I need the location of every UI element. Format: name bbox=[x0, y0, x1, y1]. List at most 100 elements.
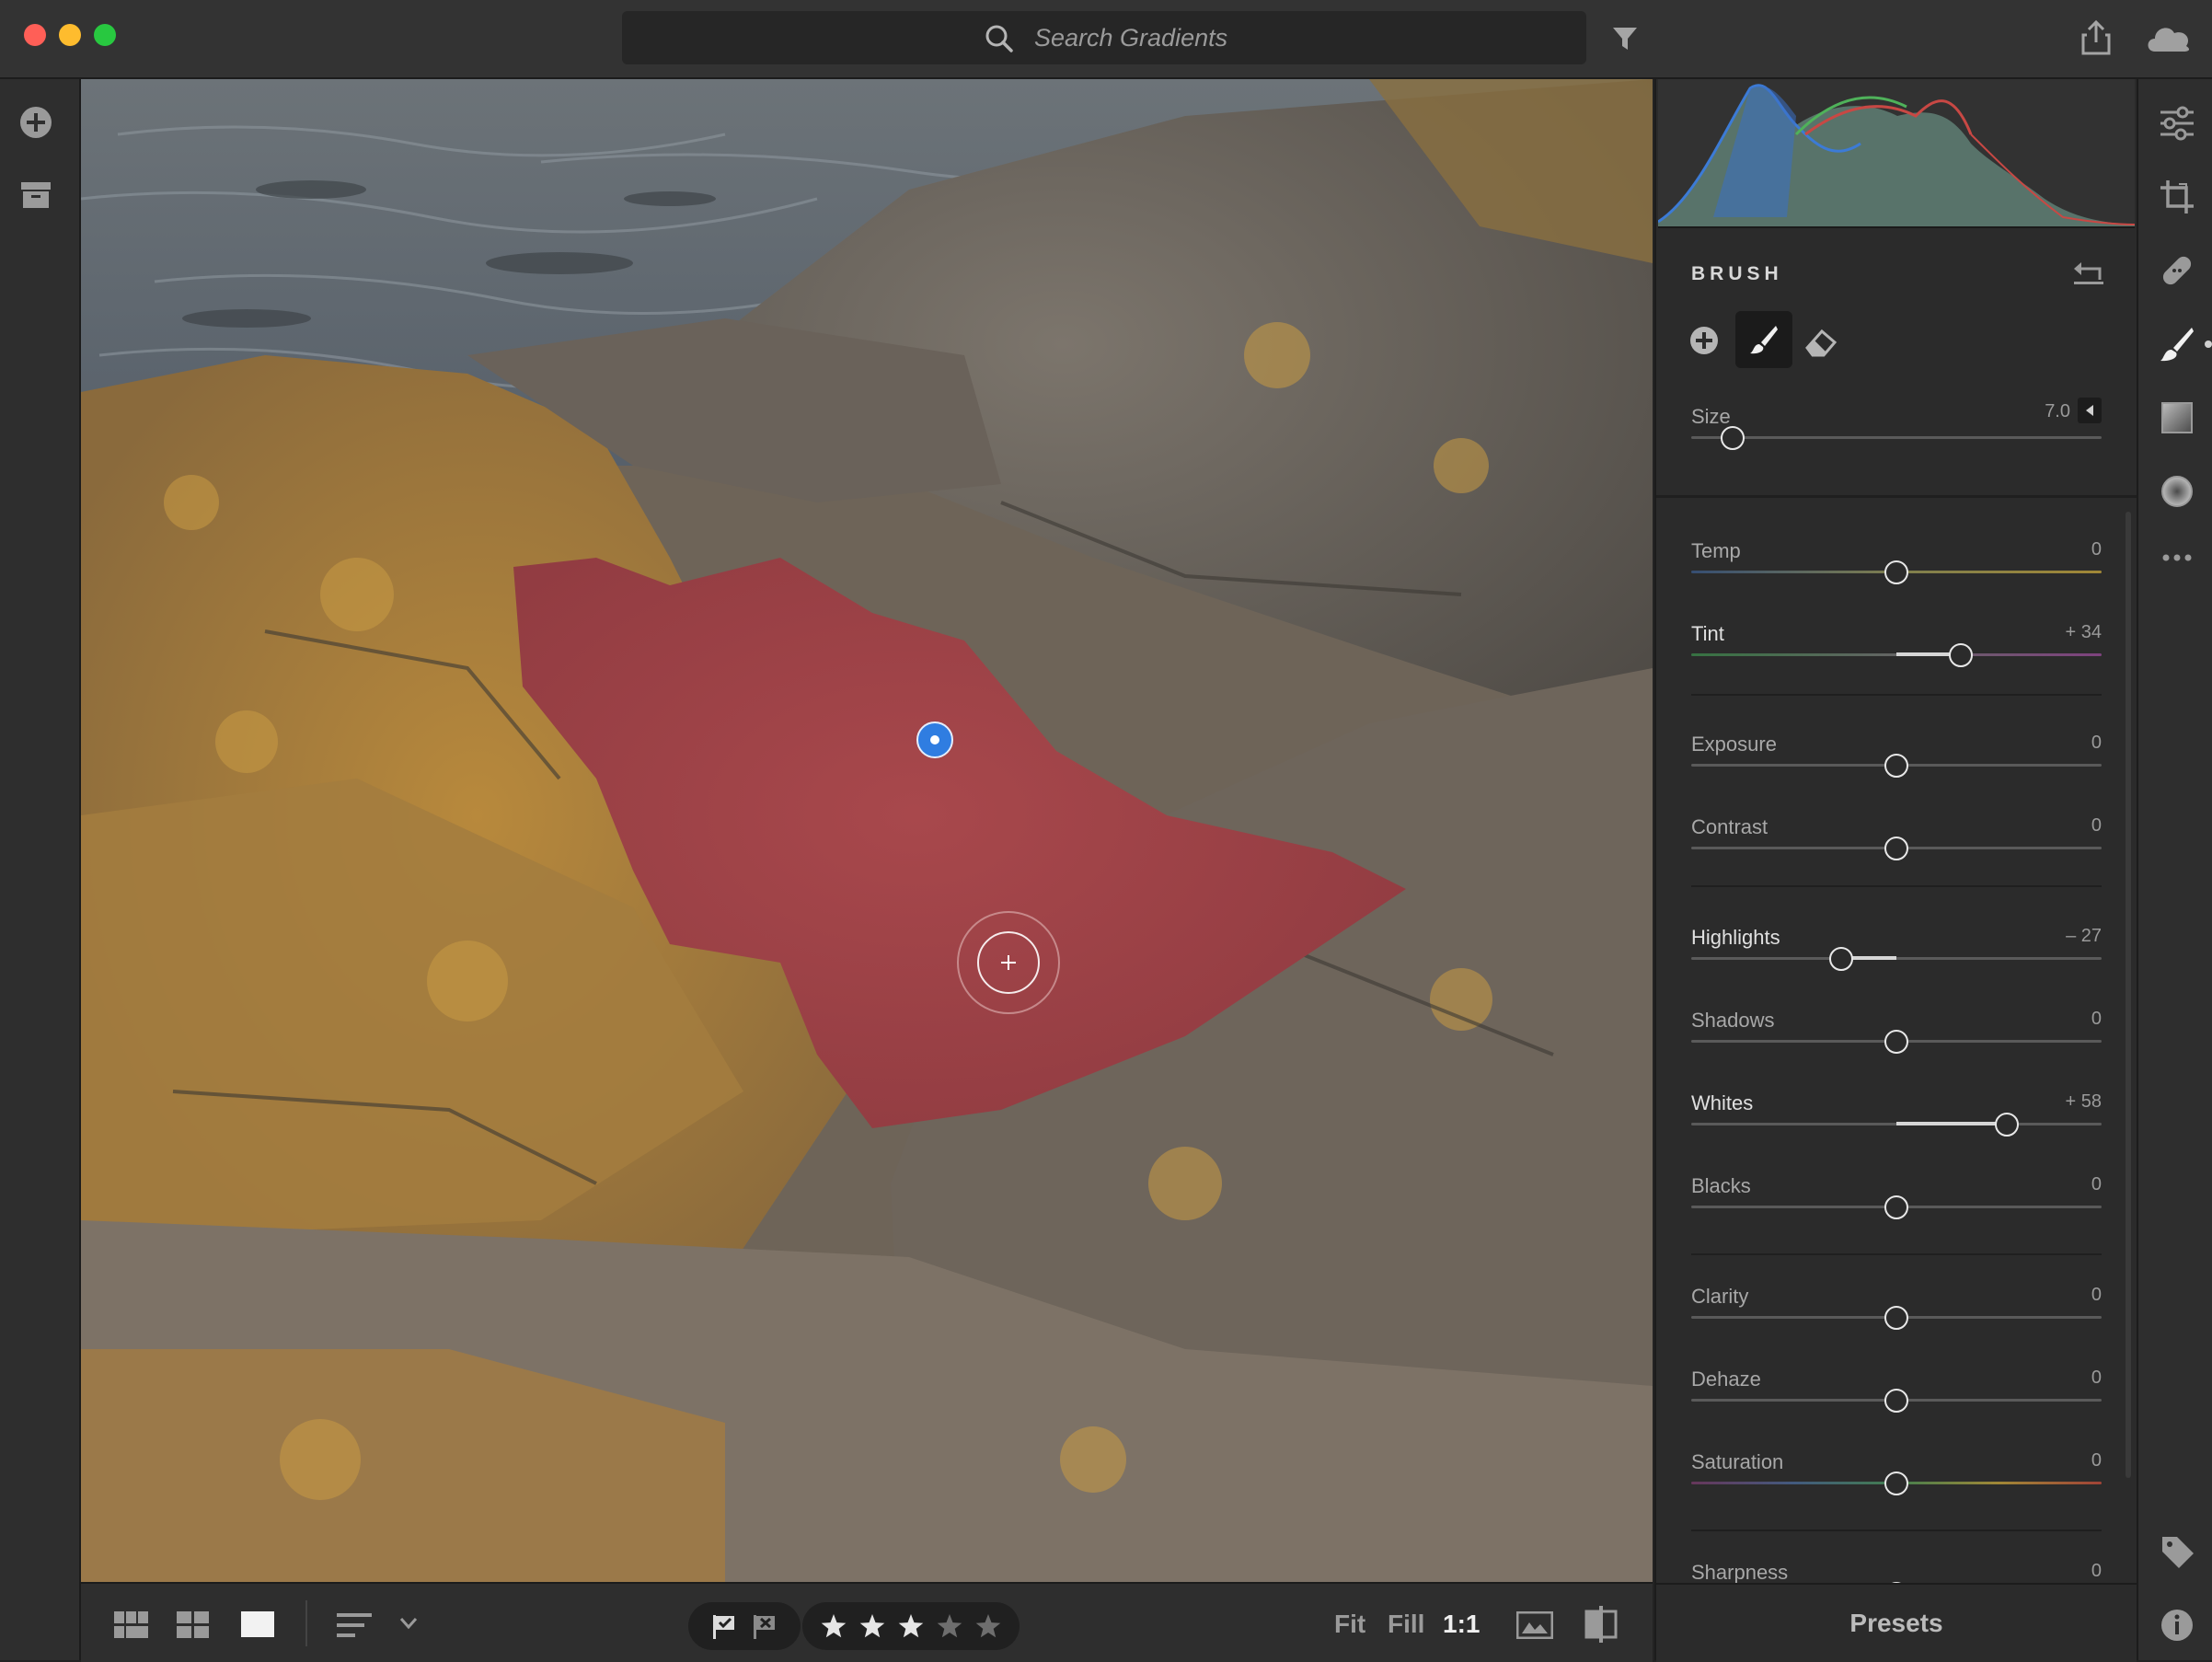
search-placeholder: Search Gradients bbox=[1034, 24, 1228, 52]
whites-knob[interactable] bbox=[1995, 1113, 2020, 1137]
compare-view-icon[interactable] bbox=[1584, 1606, 1618, 1643]
star-rating-stars[interactable] bbox=[821, 1613, 1005, 1641]
blacks-value[interactable]: 0 bbox=[2091, 1174, 2102, 1195]
clarity-slider[interactable]: Clarity 0 bbox=[1691, 1285, 2102, 1358]
detail-view-icon[interactable] bbox=[241, 1611, 274, 1637]
shadows-value[interactable]: 0 bbox=[2091, 1009, 2102, 1030]
temp-slider[interactable]: Temp 0 bbox=[1691, 539, 2102, 613]
temp-knob[interactable] bbox=[1884, 560, 1908, 584]
highlights-track[interactable] bbox=[1691, 957, 2102, 960]
blacks-slider[interactable]: Blacks 0 bbox=[1691, 1174, 2102, 1248]
clarity-value[interactable]: 0 bbox=[2091, 1285, 2102, 1306]
zoom-fit-button[interactable]: Fit bbox=[1334, 1610, 1365, 1639]
saturation-slider[interactable]: Saturation 0 bbox=[1691, 1450, 2102, 1524]
exposure-slider[interactable]: Exposure 0 bbox=[1691, 733, 2102, 806]
crop-icon[interactable] bbox=[2159, 179, 2195, 215]
tag-icon[interactable] bbox=[2159, 1533, 2195, 1570]
contrast-value[interactable]: 0 bbox=[2091, 815, 2102, 837]
dehaze-knob[interactable] bbox=[1884, 1389, 1908, 1413]
exposure-value[interactable]: 0 bbox=[2091, 733, 2102, 754]
tint-slider[interactable]: Tint + 34 bbox=[1691, 622, 2102, 696]
saturation-knob[interactable] bbox=[1884, 1472, 1908, 1495]
clarity-knob[interactable] bbox=[1884, 1306, 1908, 1330]
highlights-slider[interactable]: Highlights – 27 bbox=[1691, 926, 2102, 999]
eraser-icon[interactable] bbox=[1803, 328, 1837, 357]
chevron-down-icon[interactable] bbox=[399, 1617, 418, 1630]
flag-control bbox=[688, 1602, 801, 1650]
tool-rail bbox=[2137, 79, 2212, 1660]
reset-icon[interactable] bbox=[2072, 258, 2105, 285]
saturation-value[interactable]: 0 bbox=[2091, 1450, 2102, 1472]
histogram bbox=[1657, 79, 2136, 228]
highlights-knob[interactable] bbox=[1829, 947, 1854, 971]
shadows-slider[interactable]: Shadows 0 bbox=[1691, 1009, 2102, 1082]
whites-value[interactable]: + 58 bbox=[2066, 1091, 2102, 1113]
highlights-value[interactable]: – 27 bbox=[2066, 926, 2102, 947]
blacks-knob[interactable] bbox=[1884, 1195, 1908, 1219]
exposure-knob[interactable] bbox=[1884, 754, 1908, 778]
size-value[interactable]: 7.0 bbox=[2045, 401, 2070, 422]
healing-icon[interactable] bbox=[2159, 252, 2195, 289]
contrast-knob[interactable] bbox=[1884, 837, 1908, 860]
zoom-fill-button[interactable]: Fill bbox=[1388, 1610, 1424, 1639]
star-5-icon[interactable] bbox=[975, 1614, 1001, 1638]
search-input[interactable]: Search Gradients bbox=[622, 11, 1586, 64]
whites-slider[interactable]: Whites + 58 bbox=[1691, 1091, 2102, 1165]
panel-scrollbar[interactable] bbox=[2126, 512, 2131, 1478]
grid-view-icon[interactable] bbox=[177, 1611, 210, 1639]
star-4-icon[interactable] bbox=[937, 1614, 962, 1638]
dehaze-slider[interactable]: Dehaze 0 bbox=[1691, 1368, 2102, 1441]
size-slider[interactable]: Size 7.0 bbox=[1691, 398, 2102, 479]
contrast-slider[interactable]: Contrast 0 bbox=[1691, 815, 2102, 889]
pick-flag-icon[interactable] bbox=[710, 1613, 738, 1641]
sharpness-label: Sharpness bbox=[1691, 1561, 1789, 1584]
star-1-icon[interactable] bbox=[821, 1614, 847, 1638]
linear-gradient-icon[interactable] bbox=[2159, 399, 2195, 436]
rock-pool-photo bbox=[81, 79, 1653, 1582]
brush-tool-button[interactable] bbox=[1735, 311, 1792, 368]
size-label: Size bbox=[1691, 405, 1731, 428]
library-icon[interactable] bbox=[20, 180, 52, 210]
clarity-label: Clarity bbox=[1691, 1285, 1749, 1308]
tint-knob[interactable] bbox=[1948, 643, 1973, 667]
tint-label: Tint bbox=[1691, 622, 1724, 645]
shadows-knob[interactable] bbox=[1884, 1030, 1908, 1054]
tint-value[interactable]: + 34 bbox=[2066, 622, 2102, 643]
whites-label: Whites bbox=[1691, 1091, 1754, 1114]
contrast-label: Contrast bbox=[1691, 815, 1768, 838]
sort-icon[interactable] bbox=[337, 1611, 374, 1639]
left-rail bbox=[0, 79, 81, 1660]
zoom-1to1-button[interactable]: 1:1 bbox=[1443, 1610, 1480, 1639]
reject-flag-icon[interactable] bbox=[751, 1613, 778, 1641]
caret-left-icon bbox=[2086, 405, 2093, 416]
share-icon[interactable] bbox=[2078, 18, 2114, 57]
temp-label: Temp bbox=[1691, 539, 1741, 562]
add-photos-icon[interactable] bbox=[18, 105, 53, 140]
edit-panel: BRUSH Size 7.0 Temp 0 Tint + 34 Exposure 0 Con… bbox=[1654, 79, 2137, 1662]
photo-canvas[interactable] bbox=[81, 79, 1653, 1582]
radial-gradient-icon[interactable] bbox=[2159, 473, 2195, 510]
temp-value[interactable]: 0 bbox=[2091, 539, 2102, 560]
close-window-button[interactable] bbox=[24, 24, 46, 46]
star-3-icon[interactable] bbox=[898, 1614, 924, 1638]
brush-tool-icon[interactable] bbox=[2159, 326, 2195, 363]
section-divider bbox=[1691, 1253, 2102, 1255]
more-options-icon[interactable] bbox=[2159, 539, 2195, 576]
zoom-window-button[interactable] bbox=[94, 24, 116, 46]
edit-sliders-icon[interactable] bbox=[2159, 105, 2195, 142]
star-rating[interactable] bbox=[802, 1602, 1020, 1650]
minimize-window-button[interactable] bbox=[59, 24, 81, 46]
presets-bar: Presets bbox=[1656, 1583, 2137, 1662]
info-icon[interactable] bbox=[2159, 1607, 2195, 1644]
sharpness-value[interactable]: 0 bbox=[2091, 1561, 2102, 1582]
dehaze-value[interactable]: 0 bbox=[2091, 1368, 2102, 1389]
bottom-toolbar: Fit Fill 1:1 bbox=[81, 1582, 1653, 1662]
filter-icon[interactable] bbox=[1610, 24, 1640, 53]
presets-button[interactable]: Presets bbox=[1656, 1609, 2137, 1638]
add-brush-icon[interactable] bbox=[1689, 326, 1719, 355]
star-2-icon[interactable] bbox=[859, 1614, 885, 1638]
size-collapse-button[interactable] bbox=[2078, 398, 2102, 423]
square-grid-view-icon[interactable] bbox=[114, 1611, 149, 1639]
before-after-icon[interactable] bbox=[1516, 1611, 1553, 1639]
cloud-sync-icon[interactable] bbox=[2144, 20, 2194, 55]
